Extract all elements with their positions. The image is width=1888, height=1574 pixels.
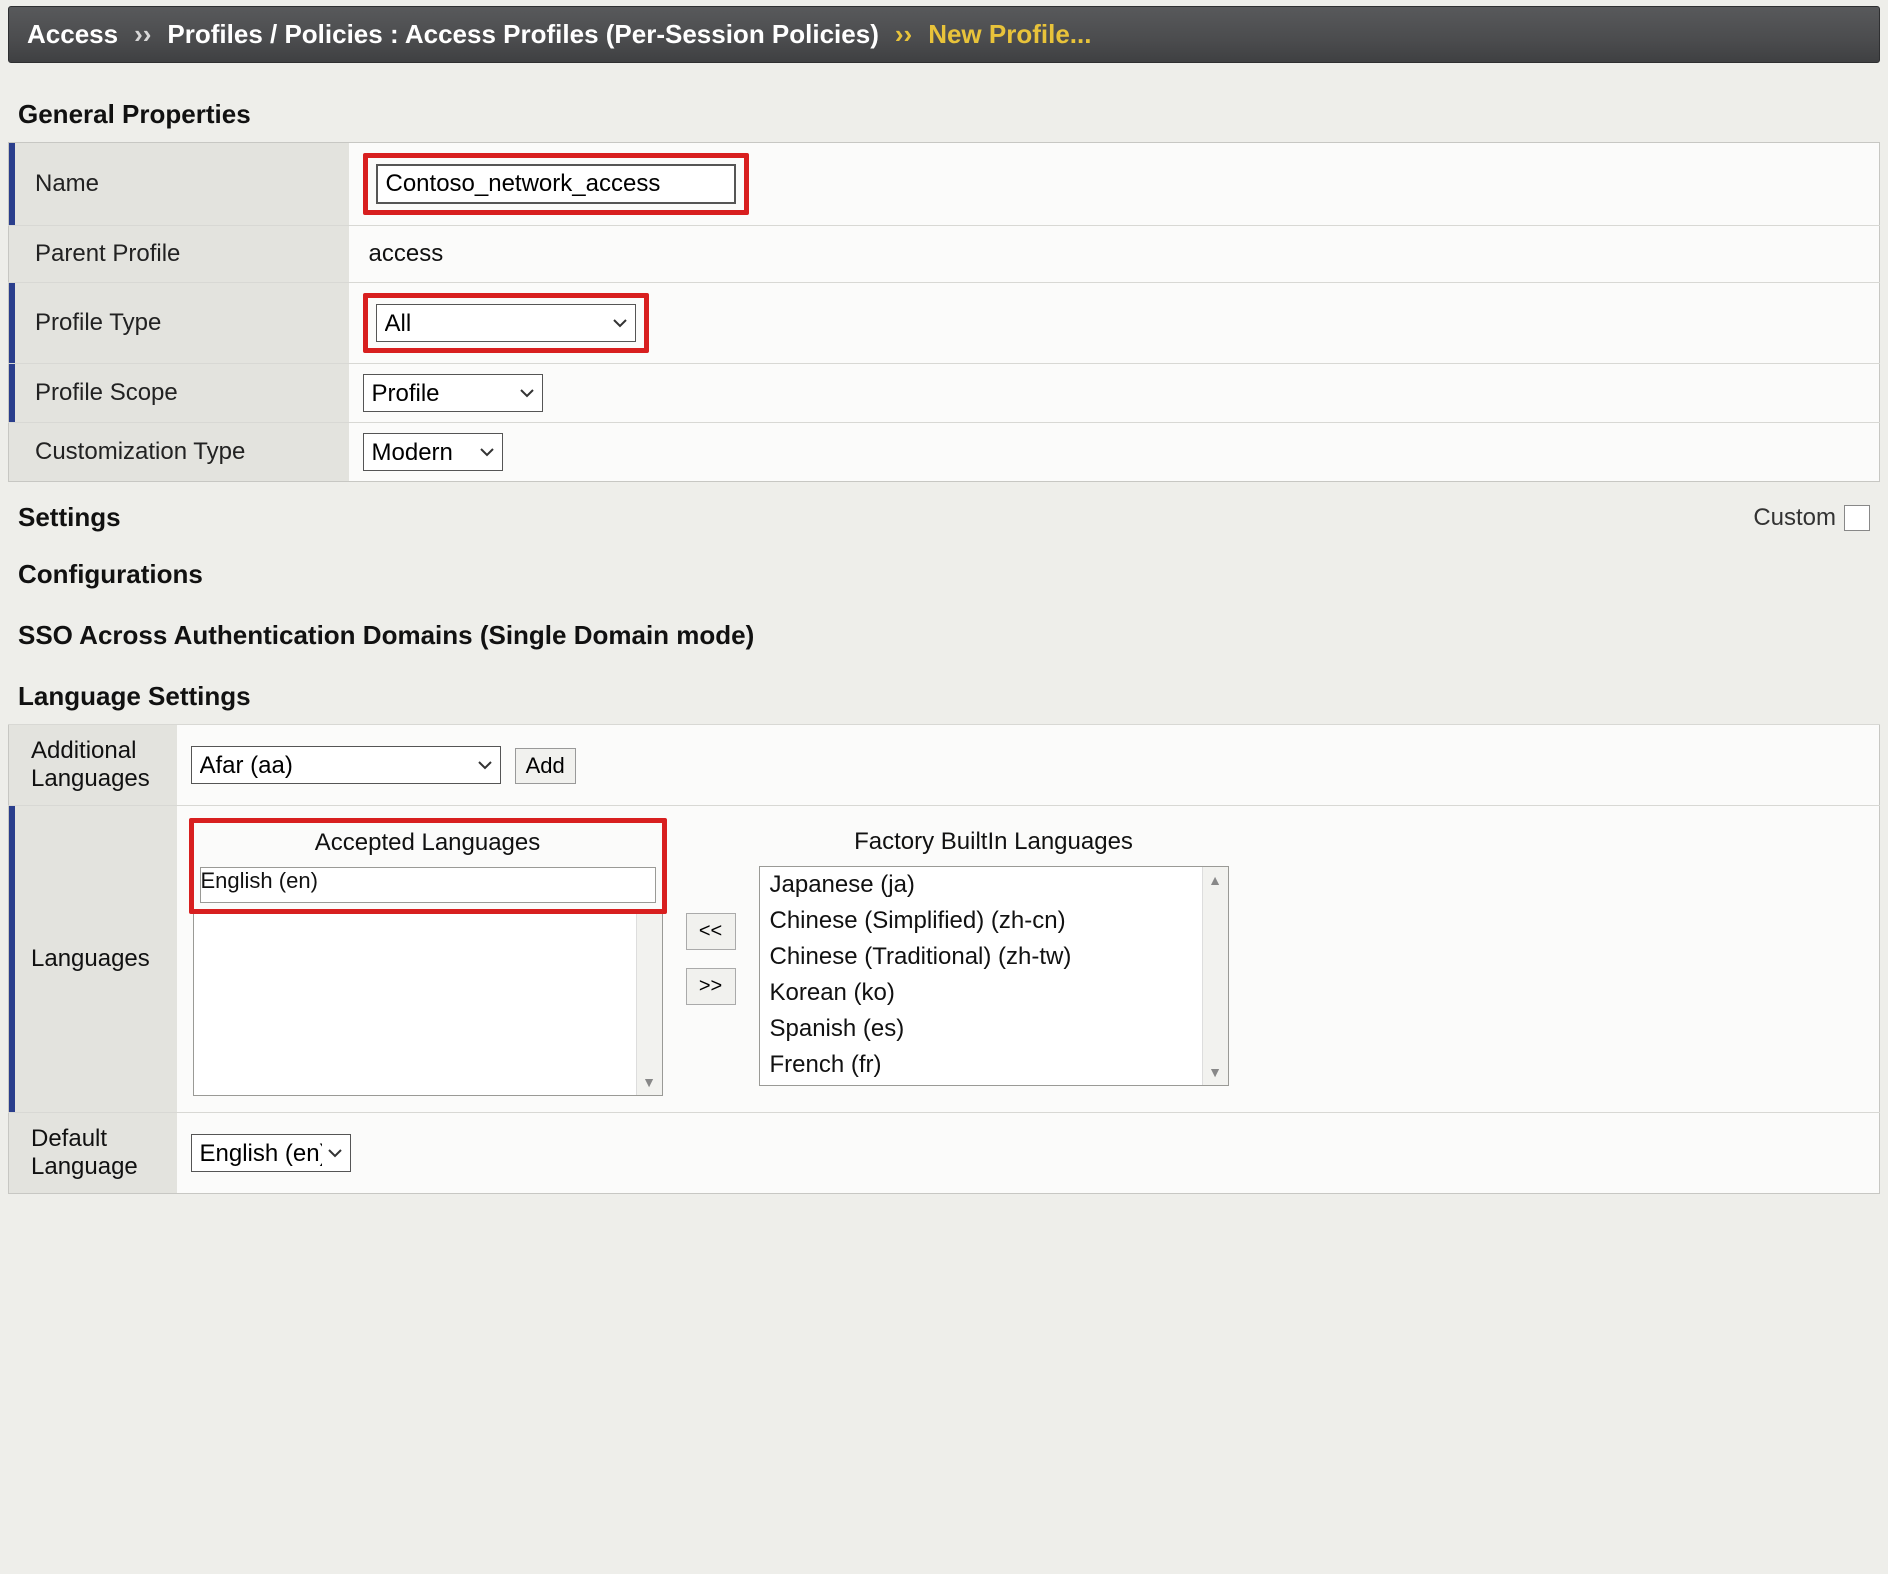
factory-language-item[interactable]: Chinese (Traditional) (zh-tw) — [760, 939, 1228, 975]
section-heading-general-properties: General Properties — [0, 71, 1888, 142]
breadcrumb-root[interactable]: Access — [27, 19, 118, 50]
language-settings-table: Additional Languages Afar (aa) Add Langu… — [8, 724, 1880, 1194]
factory-language-item[interactable]: Korean (ko) — [760, 975, 1228, 1011]
name-input[interactable] — [376, 164, 736, 204]
highlight-name — [363, 153, 749, 215]
label-additional-languages: Additional Languages — [31, 737, 150, 792]
label-customization-type: Customization Type — [17, 438, 245, 465]
scroll-down-icon[interactable]: ▼ — [637, 1069, 662, 1095]
accepted-languages-title: Accepted Languages — [200, 823, 656, 867]
label-parent-profile: Parent Profile — [17, 240, 180, 267]
section-heading-language-settings: Language Settings — [0, 663, 1888, 724]
accepted-languages-column: Accepted Languages English (en) ▲ — [193, 822, 663, 1096]
scroll-up-icon[interactable]: ▲ — [1203, 867, 1228, 893]
accepted-languages-listbox[interactable]: ▼ — [193, 914, 663, 1096]
scrollbar[interactable]: ▲ ▼ — [1202, 867, 1228, 1085]
general-properties-table: Name Parent Profile access Profile Type … — [8, 142, 1880, 482]
breadcrumb-leaf: New Profile... — [928, 19, 1091, 50]
label-languages: Languages — [31, 945, 150, 972]
accepted-language-item[interactable]: English (en) — [201, 868, 655, 894]
custom-checkbox[interactable] — [1844, 505, 1870, 531]
profile-scope-select[interactable]: Profile — [363, 374, 543, 412]
factory-languages-title: Factory BuiltIn Languages — [759, 822, 1229, 866]
label-name: Name — [17, 170, 99, 197]
highlight-profile-type: All — [363, 293, 649, 353]
customization-type-select[interactable]: Modern — [363, 433, 503, 471]
breadcrumb: Access ›› Profiles / Policies : Access P… — [8, 6, 1880, 63]
section-heading-settings: Settings — [18, 502, 121, 533]
default-language-select[interactable]: English (en) — [191, 1134, 351, 1172]
scrollbar[interactable]: ▲ — [201, 894, 655, 903]
chevron-right-icon: ›› — [889, 19, 918, 50]
add-language-button[interactable]: Add — [515, 748, 576, 784]
section-heading-sso: SSO Across Authentication Domains (Singl… — [0, 602, 1888, 663]
factory-language-item[interactable]: Spanish (es) — [760, 1011, 1228, 1047]
profile-type-select[interactable]: All — [376, 304, 636, 342]
factory-language-item[interactable]: Japanese (ja) — [760, 867, 1228, 903]
scroll-down-icon[interactable]: ▼ — [1203, 1059, 1228, 1085]
label-profile-type: Profile Type — [17, 309, 161, 336]
move-right-button[interactable]: >> — [686, 968, 736, 1005]
scrollbar[interactable]: ▼ — [636, 914, 662, 1095]
move-left-button[interactable]: << — [686, 913, 736, 950]
factory-language-item[interactable]: German (de) — [760, 1083, 1228, 1086]
value-parent-profile: access — [363, 240, 444, 267]
label-default-language: Default Language — [31, 1125, 138, 1180]
languages-dual-list: Accepted Languages English (en) ▲ — [191, 818, 1866, 1100]
breadcrumb-middle[interactable]: Profiles / Policies : Access Profiles (P… — [167, 19, 878, 50]
label-custom: Custom — [1753, 504, 1836, 532]
scroll-up-icon[interactable]: ▲ — [201, 894, 655, 903]
chevron-right-icon: ›› — [128, 19, 157, 50]
section-heading-configurations: Configurations — [0, 541, 1888, 602]
highlight-accepted-languages: Accepted Languages English (en) ▲ — [189, 818, 667, 914]
factory-languages-column: Factory BuiltIn Languages Japanese (ja) … — [759, 822, 1229, 1096]
factory-language-item[interactable]: Chinese (Simplified) (zh-cn) — [760, 903, 1228, 939]
additional-languages-select[interactable]: Afar (aa) — [191, 746, 501, 784]
label-profile-scope: Profile Scope — [17, 379, 178, 406]
factory-languages-listbox[interactable]: Japanese (ja) Chinese (Simplified) (zh-c… — [759, 866, 1229, 1086]
factory-language-item[interactable]: French (fr) — [760, 1047, 1228, 1083]
